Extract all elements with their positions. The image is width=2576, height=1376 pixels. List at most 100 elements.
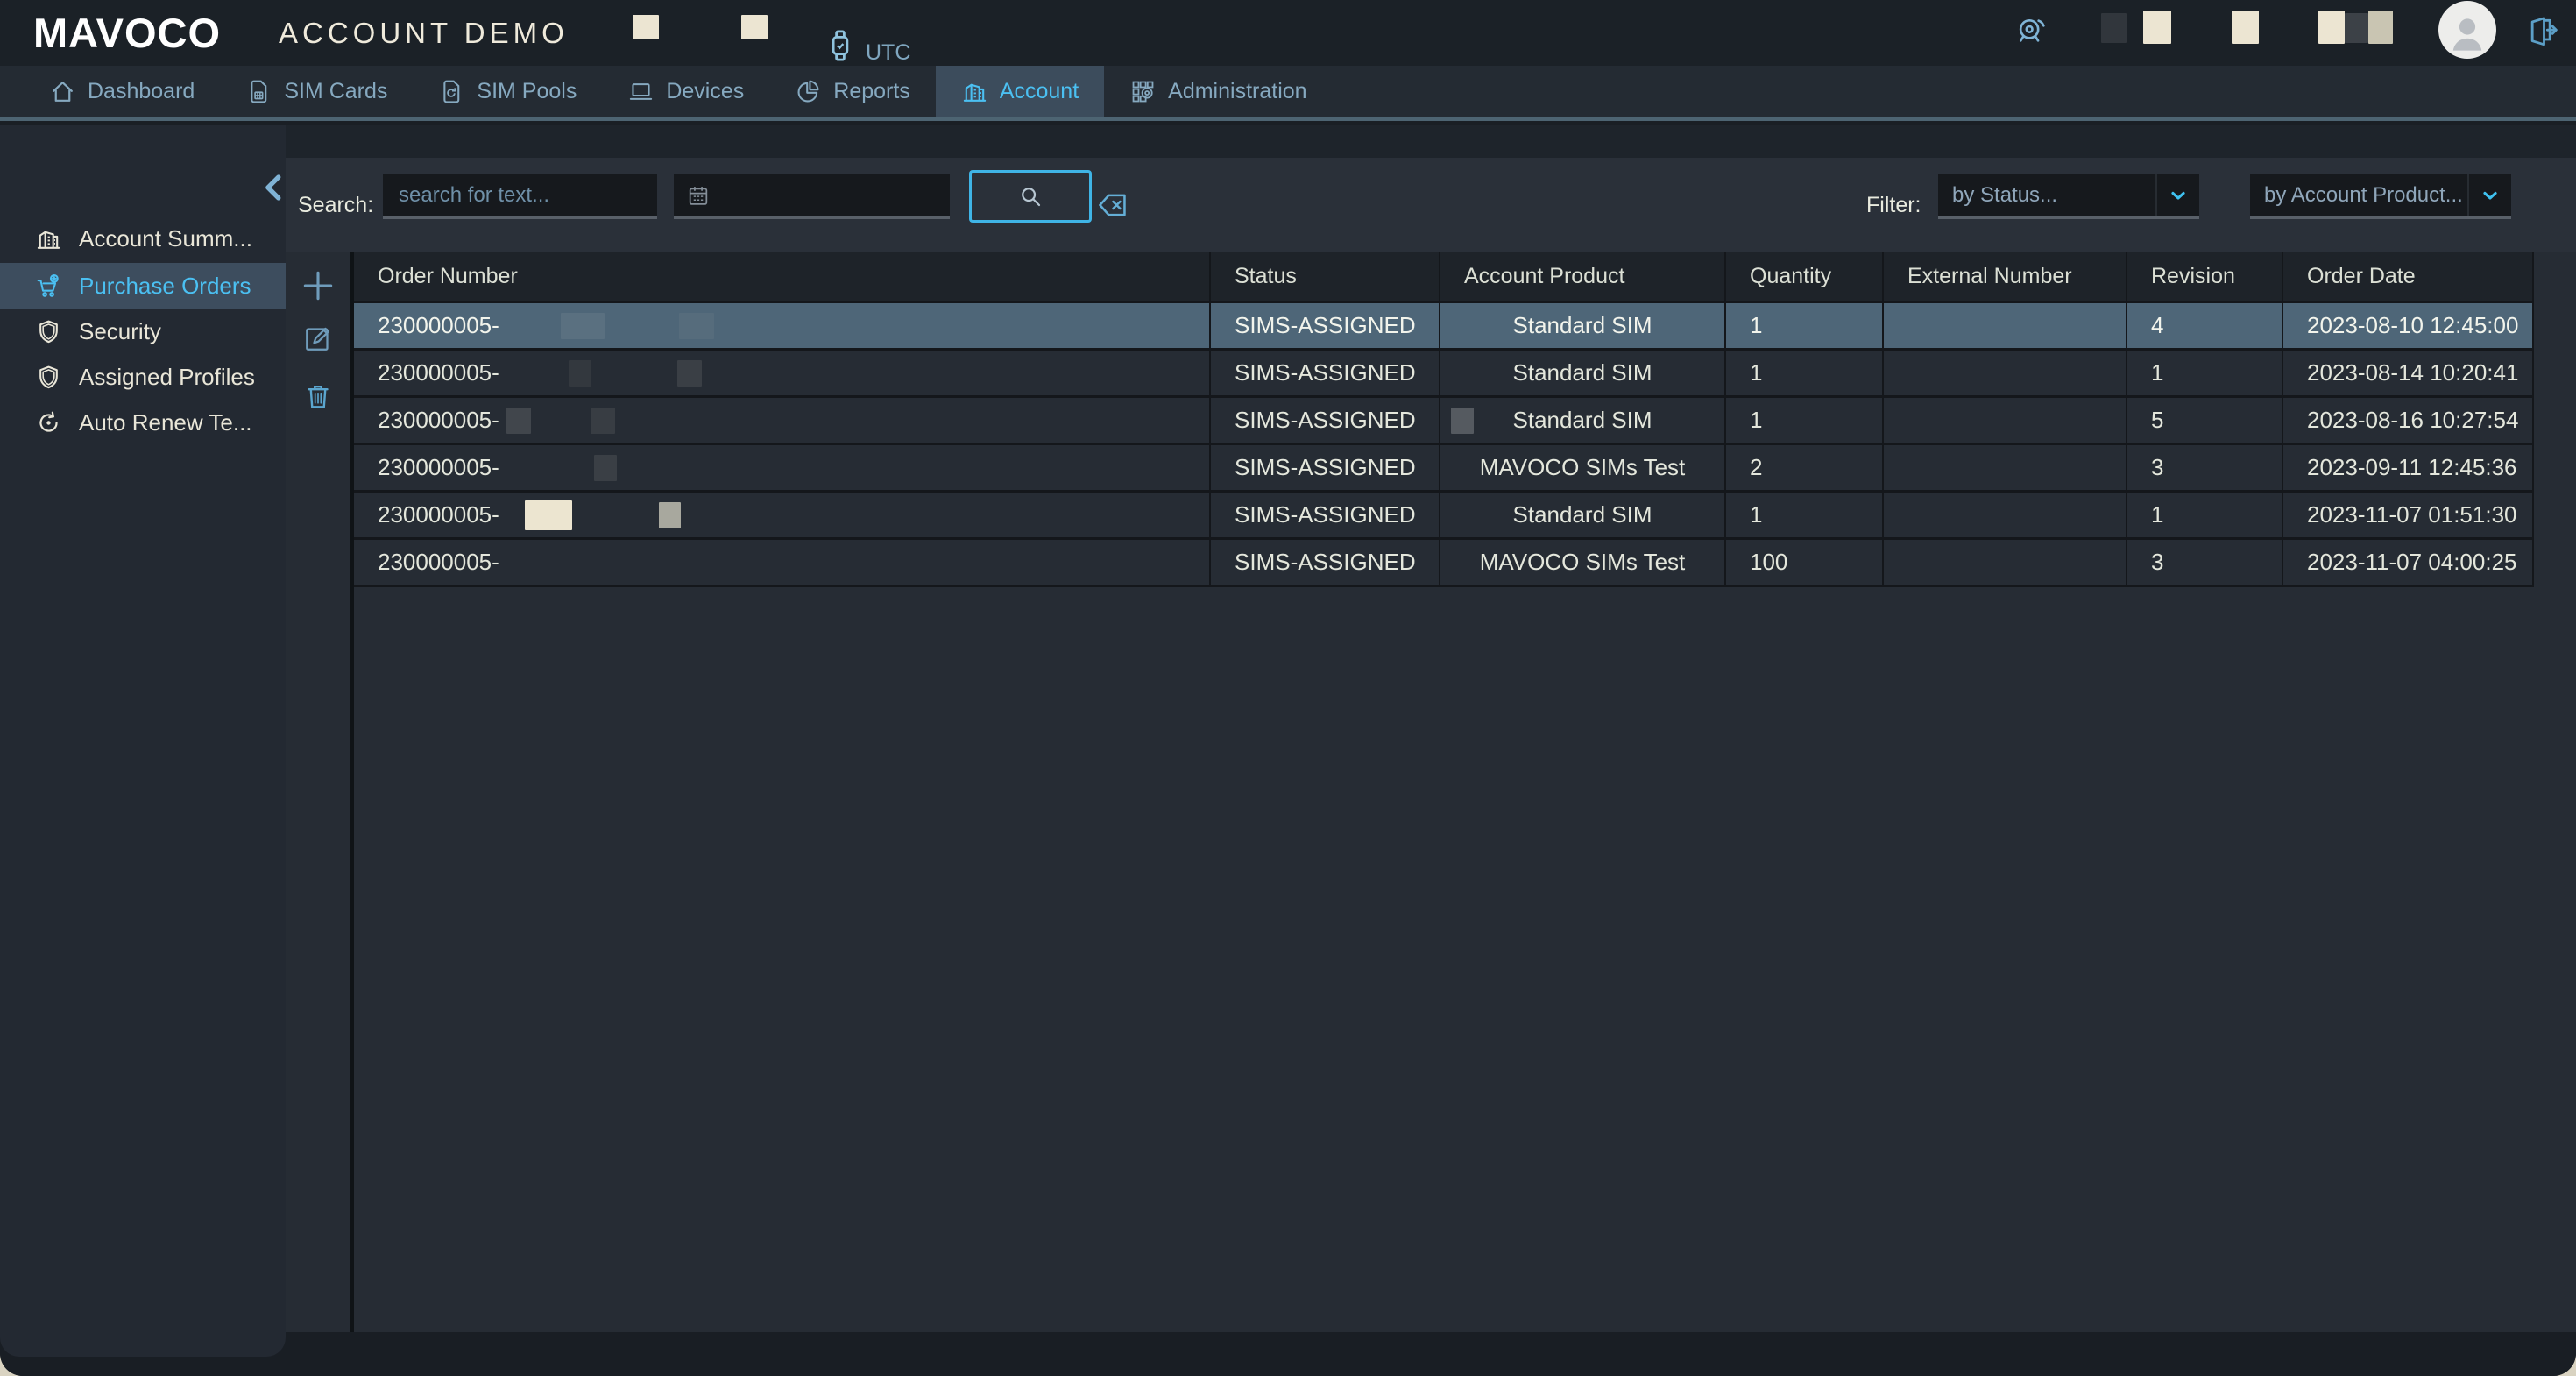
cell-order_date: 2023-08-16 10:27:54 xyxy=(2283,398,2534,443)
cell-external_number xyxy=(1884,398,2127,443)
cell-text: 230000005- xyxy=(378,312,499,338)
redacted-block xyxy=(591,407,615,434)
search-button[interactable] xyxy=(969,170,1092,223)
sidebar-item-label: Purchase Orders xyxy=(79,272,251,299)
cell-text: SIMS-ASSIGNED xyxy=(1235,312,1416,338)
tab-reports[interactable]: Reports xyxy=(769,66,936,117)
account-product-filter-select[interactable]: by Account Product... xyxy=(2250,174,2511,219)
cell-account_product: MAVOCO SIMs Test xyxy=(1440,540,1726,585)
cell-text: 3 xyxy=(2151,549,2164,575)
sidebar-item-auto-renew-templates[interactable]: Auto Renew Te... xyxy=(0,400,286,445)
user-avatar[interactable] xyxy=(2438,1,2496,59)
tab-devices[interactable]: Devices xyxy=(602,66,769,117)
cell-order_number: 230000005- xyxy=(354,445,1211,490)
cell-text: Standard SIM xyxy=(1512,407,1652,433)
tab-administration[interactable]: Administration xyxy=(1104,66,1332,117)
sidebar-item-security[interactable]: Security xyxy=(0,309,286,354)
cell-text: Standard SIM xyxy=(1512,501,1652,528)
cell-account_product: MAVOCO SIMs Test xyxy=(1440,445,1726,490)
edit-order-icon[interactable] xyxy=(302,323,334,354)
cell-quantity: 100 xyxy=(1726,540,1884,585)
column-header-external_number: External Number xyxy=(1884,252,2127,301)
cell-revision: 3 xyxy=(2127,445,2283,490)
table-body: 230000005- SIMS-ASSIGNED Standard SIM 1 4 202… xyxy=(354,303,2534,587)
redacted-block xyxy=(2101,13,2127,43)
cell-external_number xyxy=(1884,540,2127,585)
sidebar: Account Summ... Purchase Orders Security As… xyxy=(0,125,286,1357)
app-frame: MAVOCO ACCOUNT DEMO UTC Dashboard SIM Car… xyxy=(0,0,2576,1376)
table-row[interactable]: 230000005- SIMS-ASSIGNED Standard SIM 1 4 202… xyxy=(354,303,2534,351)
cell-text: 5 xyxy=(2151,407,2164,433)
cell-status: SIMS-ASSIGNED xyxy=(1211,493,1440,537)
sim-card-icon xyxy=(245,78,272,105)
delete-order-icon[interactable] xyxy=(302,380,334,412)
search-input-wrap xyxy=(383,174,657,219)
content-panel: Order Number Status Account Product Quantit… xyxy=(286,252,2576,1332)
table-row[interactable]: 230000005- SIMS-ASSIGNED Standard SIM 1 5 202… xyxy=(354,398,2534,445)
action-rail xyxy=(286,252,350,1332)
notifications-bell-icon[interactable] xyxy=(2013,13,2048,48)
table-row[interactable]: 230000005- SIMS-ASSIGNED MAVOCO SIMs Test 1… xyxy=(354,540,2534,587)
cell-quantity: 1 xyxy=(1726,303,1884,348)
shield-icon xyxy=(35,318,62,345)
search-label: Search: xyxy=(298,192,374,217)
main-nav: Dashboard SIM Cards SIM Pools Devices Report… xyxy=(0,66,2576,121)
sidebar-item-assigned-profiles[interactable]: Assigned Profiles xyxy=(0,354,286,400)
sidebar-item-account-summary[interactable]: Account Summ... xyxy=(0,216,286,261)
tab-dashboard[interactable]: Dashboard xyxy=(24,66,220,117)
status-filter-value: by Status... xyxy=(1952,183,2058,207)
timezone-control[interactable]: UTC xyxy=(822,0,910,74)
date-input-wrap xyxy=(674,174,950,219)
app-logo: MAVOCO xyxy=(33,10,222,56)
cell-text: 2 xyxy=(1750,454,1763,480)
column-header-quantity: Quantity xyxy=(1726,252,1884,301)
tab-account[interactable]: Account xyxy=(935,66,1105,117)
status-filter-select[interactable]: by Status... xyxy=(1938,174,2199,219)
date-input[interactable] xyxy=(711,174,950,216)
cell-text: 2023-08-10 12:45:00 xyxy=(2307,312,2519,338)
cell-quantity: 1 xyxy=(1726,398,1884,443)
search-input[interactable] xyxy=(383,174,657,216)
cell-text: SIMS-ASSIGNED xyxy=(1235,454,1416,480)
building-icon xyxy=(35,225,62,252)
purchase-orders-table: Order Number Status Account Product Quantit… xyxy=(354,252,2534,587)
cell-text: 230000005- xyxy=(378,549,499,575)
cell-text: 230000005- xyxy=(378,407,499,433)
redacted-block xyxy=(659,501,681,528)
redacted-block xyxy=(2345,13,2368,43)
table-row[interactable]: 230000005- SIMS-ASSIGNED MAVOCO SIMs Test 2… xyxy=(354,445,2534,493)
column-header-order_number: Order Number xyxy=(354,252,1211,301)
redacted-block xyxy=(741,15,768,39)
tab-label: Reports xyxy=(833,78,910,103)
table-header-row: Order Number Status Account Product Quantit… xyxy=(354,252,2534,303)
cell-order_number: 230000005- xyxy=(354,398,1211,443)
sidebar-item-label: Auto Renew Te... xyxy=(79,408,252,436)
cell-quantity: 1 xyxy=(1726,493,1884,537)
cell-text: 230000005- xyxy=(378,501,499,528)
cell-text: 1 xyxy=(1750,501,1763,528)
magnifier-icon xyxy=(1017,183,1044,209)
clear-search-icon[interactable] xyxy=(1096,188,1129,222)
cell-text: SIMS-ASSIGNED xyxy=(1235,407,1416,433)
cell-order_date: 2023-11-07 01:51:30 xyxy=(2283,493,2534,537)
tab-sim-pools[interactable]: SIM Pools xyxy=(413,66,602,117)
account-product-filter-value: by Account Product... xyxy=(2264,183,2463,207)
table-row[interactable]: 230000005- SIMS-ASSIGNED Standard SIM 1 1 202… xyxy=(354,493,2534,540)
cell-order_date: 2023-09-11 12:45:36 xyxy=(2283,445,2534,490)
top-bar: MAVOCO ACCOUNT DEMO UTC xyxy=(0,0,2576,66)
sim-pool-icon xyxy=(438,78,465,105)
tab-label: Dashboard xyxy=(88,78,195,103)
tab-sim-cards[interactable]: SIM Cards xyxy=(220,66,413,117)
building-icon xyxy=(961,78,988,105)
cell-revision: 1 xyxy=(2127,493,2283,537)
shield-icon xyxy=(35,364,62,391)
calendar-icon[interactable] xyxy=(686,183,711,208)
redacted-block xyxy=(2318,11,2345,44)
cell-text: SIMS-ASSIGNED xyxy=(1235,501,1416,528)
cell-external_number xyxy=(1884,303,2127,348)
logout-icon[interactable] xyxy=(2524,13,2559,48)
table-row[interactable]: 230000005- SIMS-ASSIGNED Standard SIM 1 1 202… xyxy=(354,351,2534,398)
sidebar-item-purchase-orders[interactable]: Purchase Orders xyxy=(0,263,286,309)
add-order-icon[interactable] xyxy=(299,266,337,305)
cell-quantity: 2 xyxy=(1726,445,1884,490)
